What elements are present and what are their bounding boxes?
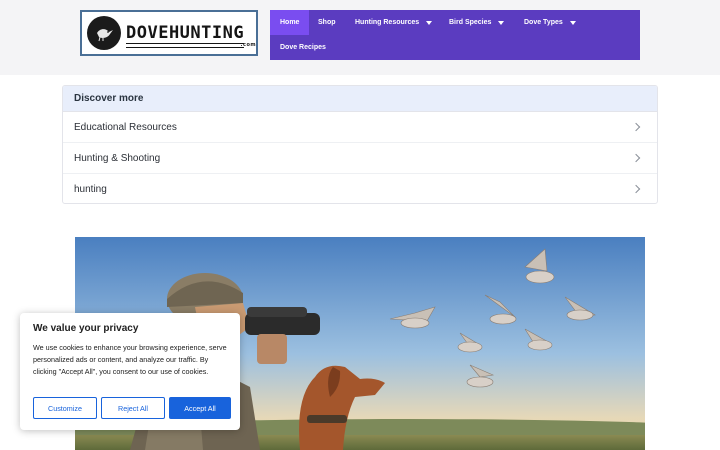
nav-home-label: Home bbox=[280, 19, 300, 26]
cookie-actions: Customize Reject All Accept All bbox=[33, 397, 231, 419]
nav-bird-species[interactable]: Bird Species bbox=[439, 10, 514, 35]
nav-shop-label: Shop bbox=[318, 19, 336, 26]
chevron-down-icon bbox=[498, 20, 505, 25]
discover-item-educational-resources[interactable]: Educational Resources bbox=[63, 112, 657, 143]
discover-item-label: Educational Resources bbox=[74, 121, 177, 133]
discover-more-title: Discover more bbox=[63, 86, 657, 112]
chevron-right-icon bbox=[631, 122, 641, 132]
dove-logo-icon bbox=[87, 16, 121, 50]
main-navigation: Home Shop Hunting Resources Bird Species… bbox=[270, 10, 640, 60]
nav-dove-types[interactable]: Dove Types bbox=[514, 10, 586, 35]
discover-item-label: hunting bbox=[74, 183, 107, 195]
nav-hunting-resources[interactable]: Hunting Resources bbox=[345, 10, 442, 35]
nav-home[interactable]: Home bbox=[270, 10, 310, 35]
nav-dove-recipes[interactable]: Dove Recipes bbox=[270, 35, 336, 60]
cookie-consent-banner: We value your privacy We use cookies to … bbox=[20, 313, 240, 430]
site-logo[interactable]: DOVEHUNTING .com bbox=[80, 10, 258, 56]
logo-domain-suffix: .com bbox=[240, 41, 257, 48]
nav-dove-recipes-label: Dove Recipes bbox=[280, 44, 326, 51]
discover-more-panel: Discover more Educational Resources Hunt… bbox=[62, 85, 658, 204]
logo-wordmark: DOVEHUNTING .com bbox=[126, 22, 257, 48]
cookie-title: We value your privacy bbox=[33, 323, 139, 334]
customize-button[interactable]: Customize bbox=[33, 397, 97, 419]
reject-all-button[interactable]: Reject All bbox=[101, 397, 165, 419]
cookie-description: We use cookies to enhance your browsing … bbox=[33, 343, 227, 376]
chevron-right-icon bbox=[631, 184, 641, 194]
accept-all-button[interactable]: Accept All bbox=[169, 397, 231, 419]
nav-bird-species-label: Bird Species bbox=[449, 19, 492, 26]
discover-item-label: Hunting & Shooting bbox=[74, 152, 161, 164]
chevron-down-icon bbox=[569, 20, 576, 25]
chevron-right-icon bbox=[631, 153, 641, 163]
nav-shop[interactable]: Shop bbox=[308, 10, 346, 35]
nav-hunting-resources-label: Hunting Resources bbox=[355, 19, 420, 26]
discover-item-hunting-shooting[interactable]: Hunting & Shooting bbox=[63, 143, 657, 174]
nav-dove-types-label: Dove Types bbox=[524, 19, 563, 26]
chevron-down-icon bbox=[426, 20, 433, 25]
discover-item-hunting[interactable]: hunting bbox=[63, 174, 657, 203]
